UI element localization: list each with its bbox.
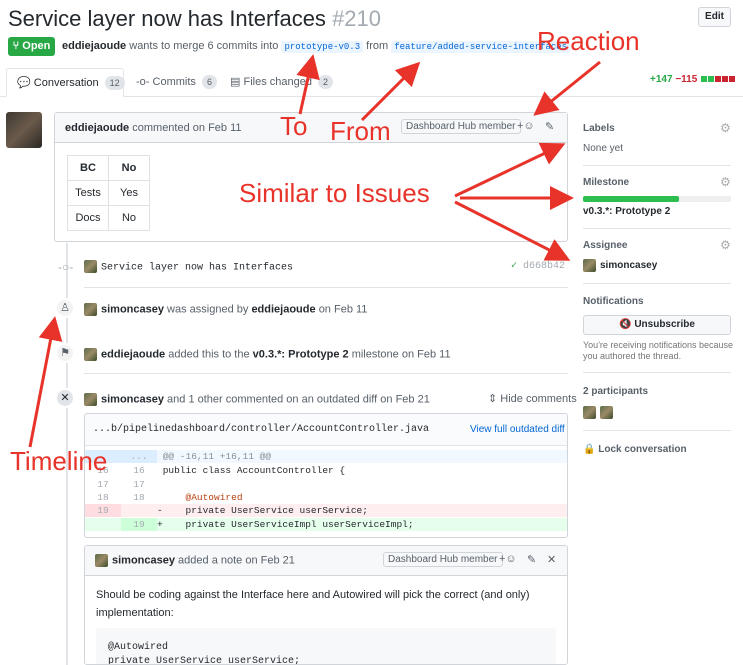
similar-arrow-assignee: [454, 200, 571, 261]
timeline-arrow: [28, 316, 63, 448]
to-arrow: [296, 54, 320, 115]
reaction-arrow: [533, 60, 601, 116]
annotation-arrows: [28, 54, 601, 448]
annotation-to: To: [280, 111, 308, 141]
similar-arrow-labels: [454, 142, 566, 198]
annotation-from: From: [330, 116, 391, 146]
annotation-reaction: Reaction: [537, 26, 640, 56]
annotation-similar: Similar to Issues: [239, 178, 430, 208]
annotation-timeline: Timeline: [10, 446, 108, 476]
from-arrow: [360, 61, 421, 122]
